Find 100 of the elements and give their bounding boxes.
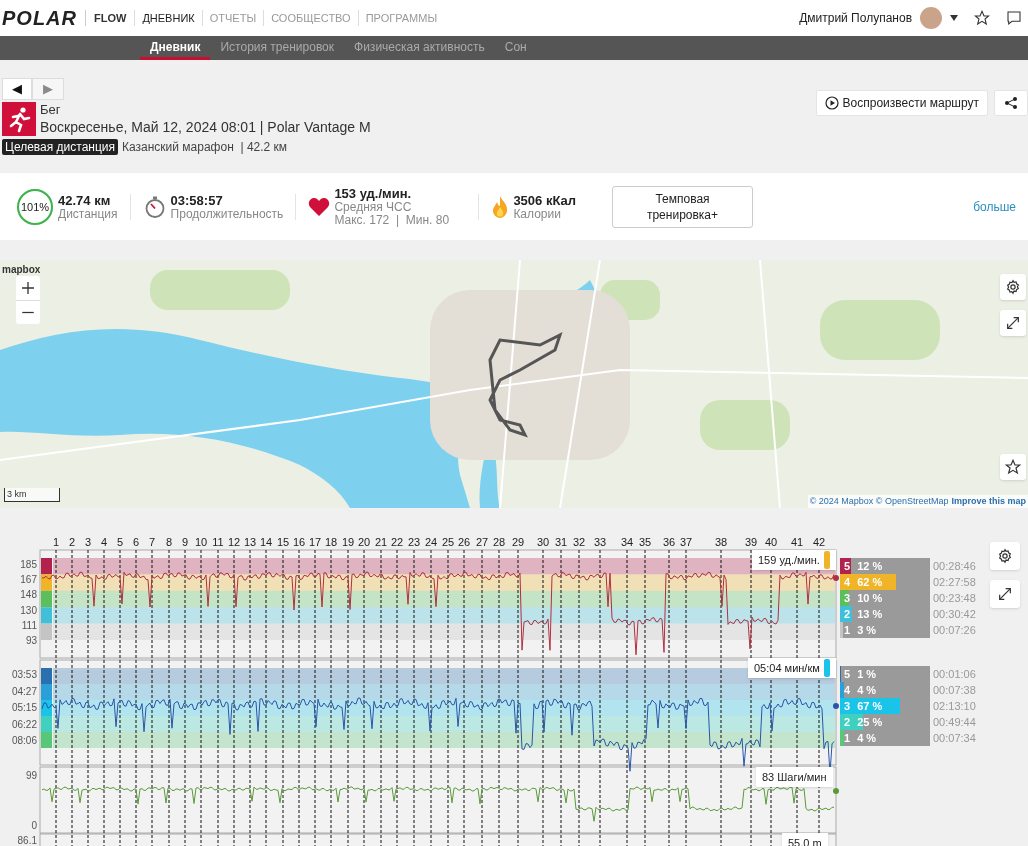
lap-number[interactable]: 4 <box>100 536 108 548</box>
lap-number[interactable]: 2 <box>68 536 76 548</box>
lap-number[interactable]: 12 <box>227 536 241 548</box>
zone-number: 4 <box>844 682 851 698</box>
brand-link[interactable]: FLOW <box>85 9 135 27</box>
flame-icon <box>491 194 510 219</box>
subnav-tab[interactable]: Дневник <box>140 36 211 60</box>
lap-number[interactable]: 14 <box>259 536 273 548</box>
stat-label: Продолжительность <box>170 207 284 221</box>
y-axis-label: 99 <box>25 770 37 781</box>
lap-number[interactable]: 16 <box>292 536 306 548</box>
heart-rate-range: Макс. 172 | Мин. 80 <box>334 214 451 227</box>
lap-number[interactable]: 29 <box>511 536 525 548</box>
lap-number[interactable]: 32 <box>572 536 586 548</box>
lap-number[interactable]: 5 <box>116 536 124 548</box>
lap-number[interactable]: 33 <box>593 536 607 548</box>
cursor-dot[interactable] <box>833 788 839 794</box>
mapbox-logo: mapbox <box>2 263 41 277</box>
lap-number[interactable]: 38 <box>714 536 728 548</box>
share-button[interactable] <box>994 90 1028 116</box>
progress-ring <box>16 187 54 226</box>
zone-number: 3 <box>844 590 851 606</box>
replay-route-button[interactable]: Воспроизвести маршрут <box>815 90 988 116</box>
lap-number[interactable]: 37 <box>679 536 693 548</box>
y-axis-label: 148 <box>20 589 37 601</box>
caret-icon[interactable] <box>950 15 958 21</box>
zone-time: 00:28:46 <box>933 558 976 574</box>
zone-share: 25 % <box>857 714 883 730</box>
value-readout: 83 Шаги/мин <box>762 769 827 785</box>
lap-number[interactable]: 39 <box>744 536 758 548</box>
map-attribution[interactable]: © 2024 Mapbox © OpenStreetMap <box>809 494 949 508</box>
stat-label: Средняя ЧСС <box>334 201 413 214</box>
y-axis-label: 130 <box>20 604 37 616</box>
y-axis-label: 111 <box>21 619 37 631</box>
chart-expand-button[interactable] <box>990 580 1020 608</box>
stat-label: Калории <box>513 207 562 221</box>
lap-number[interactable]: 21 <box>374 536 388 548</box>
zone-time: 00:01:06 <box>933 666 976 682</box>
zone-time: 02:27:58 <box>933 574 976 590</box>
lap-number[interactable]: 40 <box>764 536 778 548</box>
stat-value: 153 уд./мин. <box>334 186 413 201</box>
lap-number[interactable]: 7 <box>148 536 156 548</box>
lap-number[interactable]: 34 <box>620 536 634 548</box>
lap-number[interactable]: 3 <box>84 536 92 548</box>
lap-number[interactable]: 6 <box>132 536 140 548</box>
lap-number[interactable]: 26 <box>457 536 471 548</box>
lap-number[interactable]: 27 <box>475 536 489 548</box>
lap-number[interactable]: 9 <box>181 536 189 548</box>
map-expand-button[interactable] <box>1000 310 1026 336</box>
map-favorite-button[interactable] <box>1000 454 1026 480</box>
lap-number[interactable]: 20 <box>357 536 371 548</box>
expand-icon <box>1005 315 1021 331</box>
y-axis-label: 93 <box>25 635 37 646</box>
lap-number[interactable]: 13 <box>243 536 257 548</box>
lap-number[interactable]: 42 <box>812 536 826 548</box>
nav-tab[interactable]: ДНЕВНИК <box>134 9 202 27</box>
zone-time: 00:07:34 <box>933 730 976 746</box>
cursor-dot[interactable] <box>833 575 839 581</box>
star-icon[interactable] <box>974 10 990 26</box>
runner-icon <box>2 102 36 136</box>
user-name[interactable]: Дмитрий Полупанов <box>799 9 912 27</box>
zone-time: 00:30:42 <box>933 606 976 622</box>
lap-number[interactable]: 22 <box>390 536 404 548</box>
lap-number[interactable]: 30 <box>536 536 550 548</box>
zone-share: 13 % <box>857 606 883 622</box>
lap-number[interactable]: 28 <box>492 536 506 548</box>
zone-time: 00:07:26 <box>933 622 976 638</box>
previous-button[interactable]: ◀ <box>2 78 32 100</box>
lap-number[interactable]: 10 <box>194 536 208 548</box>
y-axis-label: 167 <box>20 574 37 586</box>
chart-settings-button[interactable] <box>990 542 1020 570</box>
more-link[interactable]: больше <box>973 197 1016 216</box>
lap-number[interactable]: 24 <box>424 536 438 548</box>
lap-number[interactable]: 19 <box>341 536 355 548</box>
cursor-dot[interactable] <box>833 703 839 709</box>
chat-icon[interactable] <box>1006 10 1022 26</box>
lap-number[interactable]: 36 <box>662 536 676 548</box>
stat-value: 03:58:57 <box>170 192 224 208</box>
lap-number[interactable]: 8 <box>165 536 173 548</box>
lap-number[interactable]: 15 <box>276 536 290 548</box>
lap-number[interactable]: 17 <box>308 536 322 548</box>
training-benefit-button[interactable]: Темповая тренировка+ <box>612 185 753 228</box>
value-readout: 159 уд./мин. <box>758 552 820 568</box>
y-axis-label: 03:53 <box>11 669 37 680</box>
lap-number[interactable]: 35 <box>638 536 652 548</box>
lap-number[interactable]: 25 <box>441 536 455 548</box>
improve-map-link[interactable]: Improve this map <box>951 494 1026 508</box>
map-settings-button[interactable] <box>1000 274 1026 300</box>
zone-share: 67 % <box>857 698 883 714</box>
lap-number[interactable]: 31 <box>554 536 568 548</box>
logo[interactable]: POLAR <box>2 3 85 33</box>
lap-number[interactable]: 18 <box>324 536 338 548</box>
zone-number: 5 <box>844 558 851 574</box>
lap-number[interactable]: 11 <box>212 536 224 548</box>
lap-number[interactable]: 23 <box>407 536 421 548</box>
lap-number[interactable]: 41 <box>790 536 804 548</box>
y-axis-label: 185 <box>20 559 37 570</box>
progress-percent: 101% <box>20 200 50 213</box>
y-axis-label: 0 <box>31 820 37 831</box>
lap-number[interactable]: 1 <box>52 536 60 548</box>
